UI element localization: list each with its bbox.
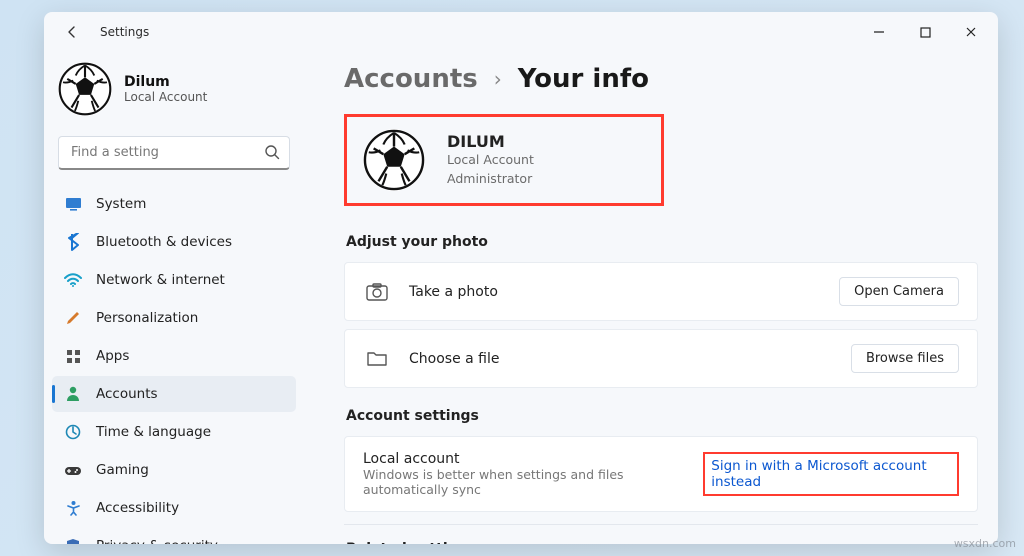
sidebar-username: Dilum <box>124 74 207 90</box>
soccer-ball-icon <box>58 62 112 116</box>
sidebar-item-label: Accessibility <box>96 500 179 516</box>
sidebar: Dilum Local Account System Bluetooth & d… <box>44 52 304 544</box>
page-title: Your info <box>518 64 649 94</box>
settings-window: Settings Dilum Local Account <box>44 12 998 544</box>
browse-files-button[interactable]: Browse files <box>851 344 959 373</box>
profile-username: DILUM <box>447 132 534 151</box>
close-button[interactable] <box>948 16 994 48</box>
sidebar-item-bluetooth[interactable]: Bluetooth & devices <box>52 224 296 260</box>
section-heading-related: Related settings <box>346 541 978 544</box>
window-controls <box>856 16 994 48</box>
sidebar-item-accessibility[interactable]: Accessibility <box>52 490 296 526</box>
search-input[interactable] <box>58 136 290 170</box>
sidebar-item-label: System <box>96 196 146 212</box>
sign-in-microsoft-link[interactable]: Sign in with a Microsoft account instead <box>703 452 959 496</box>
avatar <box>58 62 112 116</box>
window-body: Dilum Local Account System Bluetooth & d… <box>44 52 998 544</box>
maximize-icon <box>920 27 931 38</box>
monitor-icon <box>64 197 82 211</box>
sidebar-item-label: Time & language <box>96 424 211 440</box>
sidebar-item-label: Gaming <box>96 462 149 478</box>
local-account-title: Local account <box>363 451 703 467</box>
apps-icon <box>64 349 82 364</box>
accessibility-icon <box>64 500 82 516</box>
soccer-ball-icon <box>363 129 425 191</box>
sidebar-item-label: Apps <box>96 348 129 364</box>
sidebar-item-label: Privacy & security <box>96 538 218 544</box>
card-choose-file: Choose a file Browse files <box>344 329 978 388</box>
chevron-right-icon: › <box>494 67 502 91</box>
paintbrush-icon <box>64 310 82 326</box>
card-label: Choose a file <box>409 351 500 367</box>
wifi-icon <box>64 273 82 287</box>
search-wrap <box>58 136 290 170</box>
sidebar-item-label: Bluetooth & devices <box>96 234 232 250</box>
breadcrumb-root[interactable]: Accounts <box>344 64 478 94</box>
card-local-account: Local account Windows is better when set… <box>344 436 978 512</box>
sidebar-item-label: Network & internet <box>96 272 225 288</box>
close-icon <box>965 26 977 38</box>
watermark: wsxdn.com <box>954 537 1016 550</box>
search-icon <box>264 144 280 164</box>
profile-card: DILUM Local Account Administrator <box>344 114 664 206</box>
minimize-icon <box>873 26 885 38</box>
card-take-photo: Take a photo Open Camera <box>344 262 978 321</box>
gamepad-icon <box>64 464 82 477</box>
sidebar-item-accounts[interactable]: Accounts <box>52 376 296 412</box>
sidebar-item-apps[interactable]: Apps <box>52 338 296 374</box>
sidebar-item-gaming[interactable]: Gaming <box>52 452 296 488</box>
content[interactable]: Accounts › Your info DILUM Local Account <box>304 52 998 544</box>
globe-clock-icon <box>64 424 82 440</box>
avatar <box>363 129 425 191</box>
section-heading-account: Account settings <box>346 408 978 424</box>
divider <box>344 524 978 525</box>
folder-icon <box>363 350 391 367</box>
user-block[interactable]: Dilum Local Account <box>52 60 296 130</box>
person-icon <box>64 386 82 402</box>
profile-accounttype: Local Account <box>447 151 534 170</box>
section-heading-photo: Adjust your photo <box>346 234 978 250</box>
sidebar-usersub: Local Account <box>124 90 207 104</box>
titlebar: Settings <box>44 12 998 52</box>
back-button[interactable] <box>56 16 88 48</box>
sidebar-item-label: Personalization <box>96 310 198 326</box>
sidebar-item-system[interactable]: System <box>52 186 296 222</box>
sidebar-item-network[interactable]: Network & internet <box>52 262 296 298</box>
camera-icon <box>363 283 391 301</box>
bluetooth-icon <box>64 233 82 251</box>
sidebar-item-time[interactable]: Time & language <box>52 414 296 450</box>
local-account-subtitle: Windows is better when settings and file… <box>363 467 703 497</box>
shield-icon <box>64 538 82 544</box>
profile-role: Administrator <box>447 170 534 189</box>
sidebar-item-privacy[interactable]: Privacy & security <box>52 528 296 544</box>
arrow-left-icon <box>64 24 80 40</box>
breadcrumb: Accounts › Your info <box>344 64 978 94</box>
card-label: Take a photo <box>409 284 498 300</box>
maximize-button[interactable] <box>902 16 948 48</box>
sidebar-item-label: Accounts <box>96 386 158 402</box>
nav: System Bluetooth & devices Network & int… <box>52 186 296 544</box>
open-camera-button[interactable]: Open Camera <box>839 277 959 306</box>
window-title: Settings <box>100 25 149 39</box>
sidebar-item-personalization[interactable]: Personalization <box>52 300 296 336</box>
minimize-button[interactable] <box>856 16 902 48</box>
